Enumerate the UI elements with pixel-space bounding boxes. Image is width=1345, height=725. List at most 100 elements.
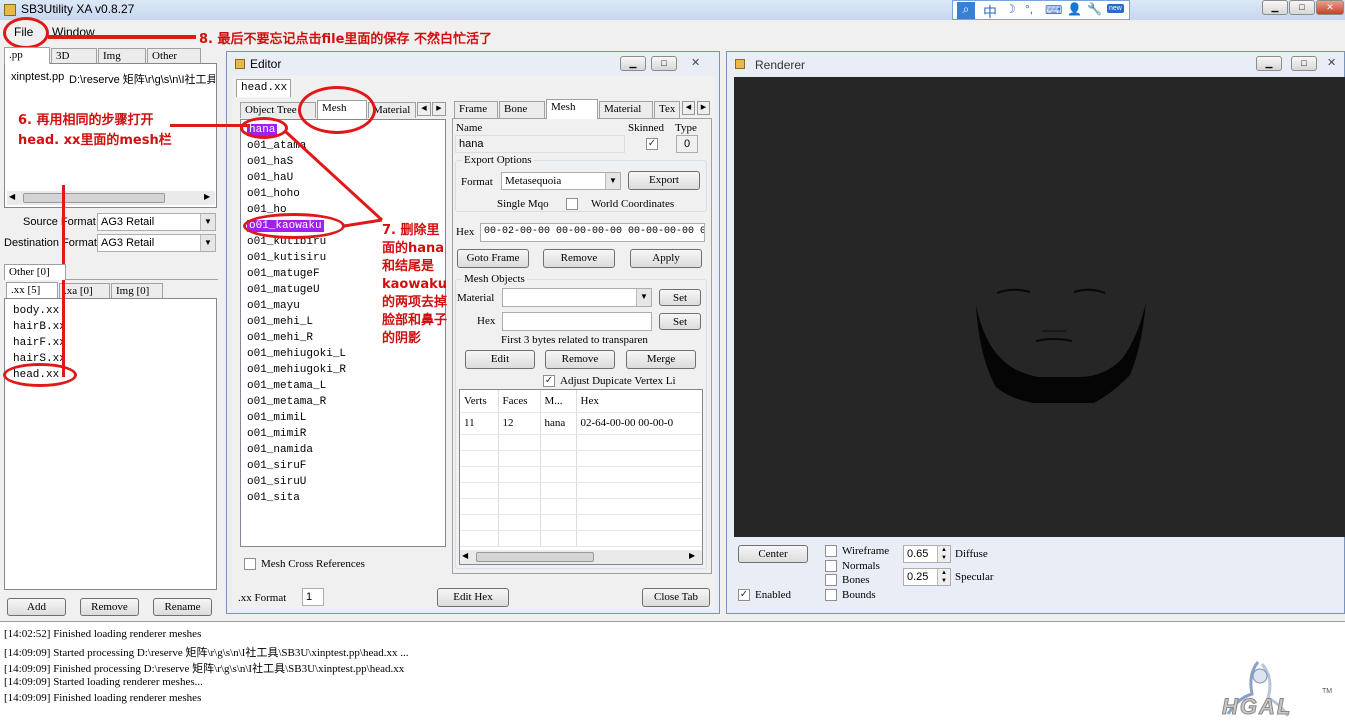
hex-field[interactable]: 00-02-00-00 00-00-00-00 00-00-00-00 0 [480, 223, 705, 242]
close-icon[interactable]: ✕ [1316, 0, 1344, 15]
tab-xx[interactable]: .xx [5] [6, 282, 58, 298]
tab-frame[interactable]: Frame [454, 101, 498, 118]
normals-checkbox[interactable] [825, 560, 837, 572]
hex2-field[interactable] [502, 312, 652, 331]
table-hscrollbar[interactable]: ◀ ▶ [460, 550, 702, 564]
close-tab-button[interactable]: Close Tab [642, 588, 710, 607]
tab-head-xx[interactable]: head.xx [236, 79, 291, 97]
editor-minimize-icon[interactable]: ▁ [620, 56, 646, 71]
pp-file-name[interactable]: xinptest.pp [11, 71, 64, 83]
mesh-list-item[interactable]: o01_metama_R [247, 396, 326, 408]
col-verts[interactable]: Verts [460, 390, 499, 413]
single-mqo-checkbox[interactable] [566, 198, 578, 210]
col-faces[interactable]: Faces [498, 390, 541, 413]
tab-other-count[interactable]: Other [0] [4, 264, 66, 280]
merge-button[interactable]: Merge [626, 350, 696, 369]
apply-button[interactable]: Apply [630, 249, 702, 268]
list-item[interactable]: hairF.xx [13, 337, 66, 349]
dest-format-select[interactable]: AG3 Retail ▼ [97, 234, 216, 252]
tab-img[interactable]: Img [98, 48, 146, 64]
render-viewport[interactable] [734, 77, 1345, 537]
minimize-icon[interactable]: ▁ [1262, 0, 1288, 15]
tab-pp[interactable]: .pp [4, 47, 50, 64]
mesh-list-item[interactable]: o01_mehiugoki_L [247, 348, 346, 360]
tab-mesh-list[interactable]: Mesh [317, 100, 367, 119]
mesh-list-item[interactable]: o01_mimiL [247, 412, 306, 424]
new-badge-icon[interactable]: new [1107, 4, 1124, 13]
center-button[interactable]: Center [738, 545, 808, 563]
right-tab-scroll-right-icon[interactable]: ▶ [697, 101, 710, 115]
horizontal-scrollbar[interactable]: ◀ ▶ [7, 191, 215, 205]
mesh-list-item[interactable]: o01_metama_L [247, 380, 326, 392]
mesh-list-item[interactable]: o01_mayu [247, 300, 300, 312]
list-item[interactable]: body.xx [13, 305, 59, 317]
keyboard-icon[interactable]: ⌨ [1045, 3, 1062, 17]
name-field[interactable]: hana [455, 135, 625, 153]
mesh-list-item[interactable]: o01_mehi_R [247, 332, 313, 344]
mesh-list-item[interactable]: o01_mimiR [247, 428, 306, 440]
mesh-list-item[interactable]: o01_sita [247, 492, 300, 504]
tab-scroll-right-icon[interactable]: ▶ [432, 102, 446, 116]
edit-button[interactable]: Edit [465, 350, 535, 369]
material-select[interactable]: ▼ [502, 288, 652, 307]
spinner-arrows-icon[interactable]: ▲ ▼ [937, 569, 950, 585]
col-hex[interactable]: Hex [576, 390, 702, 413]
tab-tex[interactable]: Tex [654, 101, 680, 118]
spinner-arrows-icon[interactable]: ▲ ▼ [937, 546, 950, 562]
edit-hex-button[interactable]: Edit Hex [437, 588, 509, 607]
tab-scroll-left-icon[interactable]: ◀ [417, 102, 431, 116]
right-tab-scroll-left-icon[interactable]: ◀ [682, 101, 695, 115]
goto-frame-button[interactable]: Goto Frame [457, 249, 529, 268]
chinese-mode-icon[interactable]: 中 [983, 2, 997, 22]
table-row[interactable]: 11 12 hana 02-64-00-00 00-00-0 [460, 412, 702, 435]
editor-maximize-icon[interactable]: □ [651, 56, 677, 71]
tab-material[interactable]: Material [599, 101, 653, 118]
skinned-checkbox[interactable]: ✓ [646, 138, 658, 150]
tab-bone[interactable]: Bone [499, 101, 545, 118]
mesh-cross-ref-checkbox[interactable] [244, 558, 256, 570]
scroll-thumb[interactable] [23, 193, 165, 203]
wireframe-checkbox[interactable] [825, 545, 837, 557]
mesh-list-item[interactable]: o01_matugeF [247, 268, 320, 280]
wrench-icon[interactable]: 🔧 [1087, 2, 1102, 16]
tab-img-count[interactable]: Img [0] [111, 283, 163, 298]
tab-other[interactable]: Other [147, 48, 201, 64]
tab-xa[interactable]: .xa [0] [59, 283, 110, 298]
source-format-select[interactable]: AG3 Retail ▼ [97, 213, 216, 231]
mesh-list-item[interactable]: o01_matugeU [247, 284, 320, 296]
scroll-right-icon[interactable]: ▶ [689, 551, 695, 560]
xx-format-field[interactable]: 1 [302, 588, 324, 606]
remove-button[interactable]: Remove [80, 598, 139, 616]
set-material-button[interactable]: Set [659, 289, 701, 306]
format-select[interactable]: Metasequoia ▼ [501, 172, 621, 190]
punctuation-icon[interactable]: °, [1025, 2, 1033, 16]
set-hex-button[interactable]: Set [659, 313, 701, 330]
add-button[interactable]: Add [7, 598, 66, 616]
bones-checkbox[interactable] [825, 574, 837, 586]
editor-close-icon[interactable]: ✕ [691, 56, 700, 69]
renderer-minimize-icon[interactable]: ▁ [1256, 56, 1282, 71]
tab-mesh[interactable]: Mesh [546, 99, 598, 119]
mesh-list-item[interactable]: o01_kutisiru [247, 252, 326, 264]
mesh-list-item[interactable]: o01_namida [247, 444, 313, 456]
col-material[interactable]: M... [540, 390, 577, 413]
scroll-thumb[interactable] [476, 552, 594, 562]
tab-3d[interactable]: 3D [51, 48, 97, 64]
type-field[interactable]: 0 [676, 135, 698, 153]
rename-button[interactable]: Rename [153, 598, 212, 616]
renderer-maximize-icon[interactable]: □ [1291, 56, 1317, 71]
export-button[interactable]: Export [628, 171, 700, 190]
remove-object-button[interactable]: Remove [545, 350, 615, 369]
moon-icon[interactable]: ☽ [1005, 2, 1016, 16]
scroll-right-icon[interactable]: ▶ [204, 192, 210, 201]
search-icon[interactable]: ⌕ [957, 2, 975, 19]
remove-mesh-button[interactable]: Remove [543, 249, 615, 268]
enabled-checkbox[interactable]: ✓ [738, 589, 750, 601]
mesh-list-item[interactable]: o01_siruF [247, 460, 306, 472]
mesh-list-item[interactable]: o01_mehi_L [247, 316, 313, 328]
maximize-icon[interactable]: □ [1289, 0, 1315, 15]
adjust-checkbox[interactable]: ✓ [543, 375, 555, 387]
mesh-list-item[interactable]: o01_mehiugoki_R [247, 364, 346, 376]
bounds-checkbox[interactable] [825, 589, 837, 601]
scroll-left-icon[interactable]: ◀ [9, 192, 15, 201]
